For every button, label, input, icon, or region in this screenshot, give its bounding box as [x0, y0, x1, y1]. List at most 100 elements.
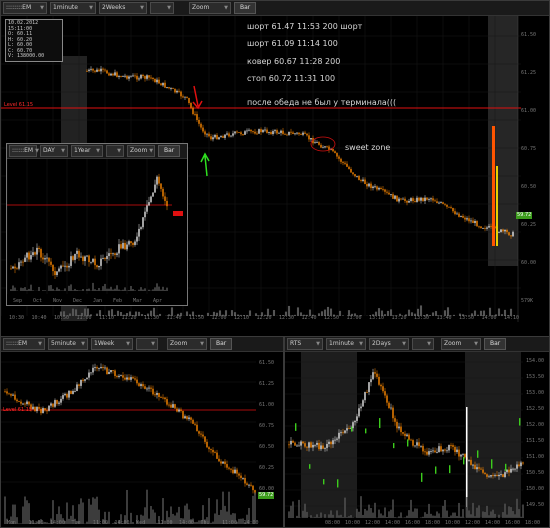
time-tick: 12:00 — [365, 520, 380, 526]
bl-candle — [126, 377, 128, 380]
volume-bar — [52, 288, 54, 291]
bl-candle — [118, 375, 120, 377]
time-tick: 10:50 — [54, 315, 69, 321]
volume-bar — [473, 310, 477, 316]
five-minute-price-chart[interactable]: 61.5061.2561.0060.7560.5060.2560.00Mon 11… — [1, 352, 283, 527]
main-candle — [172, 88, 174, 89]
inset-candle — [114, 253, 116, 255]
main-candle — [184, 96, 186, 98]
volume-bar — [206, 312, 210, 316]
interval-select[interactable]: 1minute ▼ — [326, 338, 366, 350]
main-candle — [376, 186, 378, 190]
inset-candle — [98, 265, 100, 268]
inset-candle — [152, 192, 154, 197]
bl-candle — [60, 398, 62, 403]
volume-bar — [14, 287, 16, 291]
bar-button[interactable]: Bar — [484, 338, 507, 350]
volume-bar — [126, 489, 128, 524]
volume-bar — [442, 505, 444, 518]
volume-bar — [137, 311, 141, 316]
main-candle — [116, 72, 118, 77]
interval-select[interactable]: 1minute ▼ — [50, 2, 96, 14]
time-tick: 13:00 — [347, 315, 362, 321]
main-candle — [154, 78, 156, 83]
time-tick: 11:00 — [77, 315, 92, 321]
time-tick: 14:00 — [115, 520, 130, 526]
blank-select[interactable]: ▼ — [412, 338, 434, 350]
br-candle — [292, 440, 294, 443]
bl-candle — [122, 375, 124, 378]
interval-select[interactable]: DAY ▼ — [40, 145, 68, 157]
volume-bar — [164, 289, 166, 291]
br-candle — [308, 442, 310, 448]
volume-bar — [74, 288, 76, 291]
time-tick: Sep — [13, 298, 22, 304]
time-tick: 13:20 — [392, 315, 407, 321]
volume-bar — [214, 513, 216, 524]
zoom-select[interactable]: Zoom ▼ — [127, 145, 155, 157]
volume-bar — [426, 513, 428, 518]
symbol-select[interactable]: RTS ▼ — [287, 338, 323, 350]
bar-button[interactable]: Bar — [210, 338, 233, 350]
bl-candle — [8, 393, 10, 395]
bl-candle — [56, 400, 58, 404]
zoom-select[interactable]: Zoom ▼ — [189, 2, 231, 14]
bl-candle — [68, 390, 70, 398]
br-green-candle — [491, 459, 493, 469]
time-tick: 11:00 — [29, 520, 44, 526]
volume-bar — [132, 522, 134, 524]
zoom-select[interactable]: Zoom ▼ — [167, 338, 207, 350]
volume-bar — [106, 288, 108, 291]
br-candle — [500, 474, 502, 475]
br-candle — [290, 440, 292, 445]
symbol-select[interactable]: ::::::::EM ▼ — [3, 2, 47, 14]
br-candle — [418, 442, 420, 447]
period-select[interactable]: 1Year ▼ — [71, 145, 103, 157]
bar-button[interactable]: Bar — [234, 2, 257, 14]
zoom-select[interactable]: Zoom ▼ — [441, 338, 481, 350]
inset-candle — [42, 257, 44, 260]
main-candle — [412, 198, 414, 202]
daily-price-chart[interactable]: Sep Oct Nov Dec Jan Feb Mar Apr — [7, 159, 187, 305]
inset-candle — [112, 253, 114, 255]
blank-select[interactable]: ▼ — [136, 338, 158, 350]
bl-candle — [192, 419, 194, 424]
period-select[interactable]: 2Weeks ▼ — [99, 2, 147, 14]
br-candle — [360, 406, 362, 409]
bl-candle — [4, 391, 6, 393]
br-candle — [502, 474, 504, 477]
time-tick: 10:30 — [9, 315, 24, 321]
volume-bar — [20, 523, 22, 524]
period-select[interactable]: 1Week ▼ — [91, 338, 133, 350]
main-candle — [288, 131, 290, 135]
volume-bar — [370, 508, 372, 518]
time-tick: 10:40 — [32, 315, 47, 321]
volume-bar — [156, 283, 158, 291]
main-candle — [208, 133, 210, 137]
bar-button[interactable]: Bar — [158, 145, 181, 157]
rts-price-chart[interactable]: 154.00 153.50 153.00 152.50 152.00 151.50 151.… — [285, 352, 549, 527]
period-select[interactable]: 2Days ▼ — [369, 338, 409, 350]
bl-candle — [220, 461, 222, 464]
bl-candle — [188, 417, 190, 420]
bl-candle — [58, 402, 60, 404]
bl-candle — [84, 379, 86, 381]
bl-candle — [170, 404, 172, 408]
main-candle — [472, 220, 474, 224]
inset-candle — [26, 252, 28, 258]
br-candle — [320, 445, 322, 450]
bl-candle — [212, 449, 214, 453]
interval-select[interactable]: 5minute ▼ — [48, 338, 88, 350]
br-candle — [298, 445, 300, 447]
symbol-select[interactable]: ::::::EM ▼ — [3, 338, 45, 350]
chevron-down-icon: ▼ — [89, 5, 93, 11]
volume-bar — [382, 515, 384, 518]
blank-select[interactable]: ▼ — [106, 145, 124, 157]
main-candle — [498, 232, 500, 233]
symbol-select[interactable]: ::::::EM ▼ — [9, 145, 39, 157]
inset-candle — [30, 255, 32, 260]
bl-candle — [176, 408, 178, 412]
volume-bar — [116, 310, 120, 316]
main-candle — [136, 75, 138, 80]
blank-select[interactable]: ▼ — [150, 2, 174, 14]
